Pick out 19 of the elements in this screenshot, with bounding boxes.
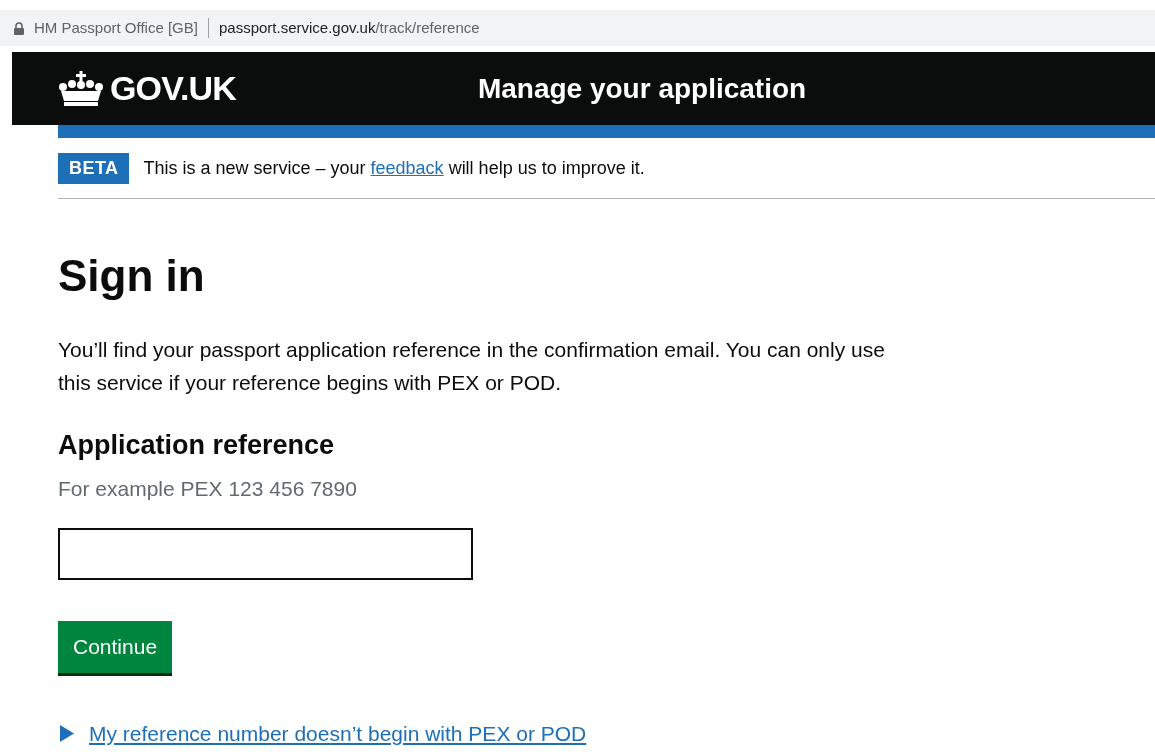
page-heading: Sign in [58, 250, 206, 302]
lock-icon [14, 21, 24, 35]
url-path: /track/reference [375, 17, 480, 38]
logo-text: GOV.UK [110, 68, 236, 109]
beta-tag: BETA [58, 152, 130, 184]
address-bar[interactable]: HM Passport Office [GB] passport.service.gov.uk/track/reference [0, 10, 1155, 46]
service-name[interactable]: Manage your application [477, 67, 807, 110]
reference-input[interactable] [58, 528, 473, 580]
field-hint: For example PEX 123 456 7890 [58, 476, 358, 502]
crown-icon [58, 70, 104, 107]
feedback-link[interactable]: feedback [370, 157, 444, 178]
site-name: HM Passport Office [GB] [34, 17, 198, 38]
url-host: passport.service.gov.uk [218, 17, 376, 38]
field-label: Application reference [58, 429, 336, 462]
logo-link[interactable]: GOV.UK [58, 63, 236, 114]
intro-paragraph: You’ll find your passport application reference in the confirmation email. You can only use this service if your reference begins with PEX or POD. [58, 337, 886, 396]
details-summary[interactable]: My reference number doesn’t begin with PEX or POD [58, 718, 888, 750]
phase-banner-text: This is a new service – your feedback will help us to improve it. [143, 156, 645, 180]
continue-button[interactable]: Continue [58, 621, 173, 673]
